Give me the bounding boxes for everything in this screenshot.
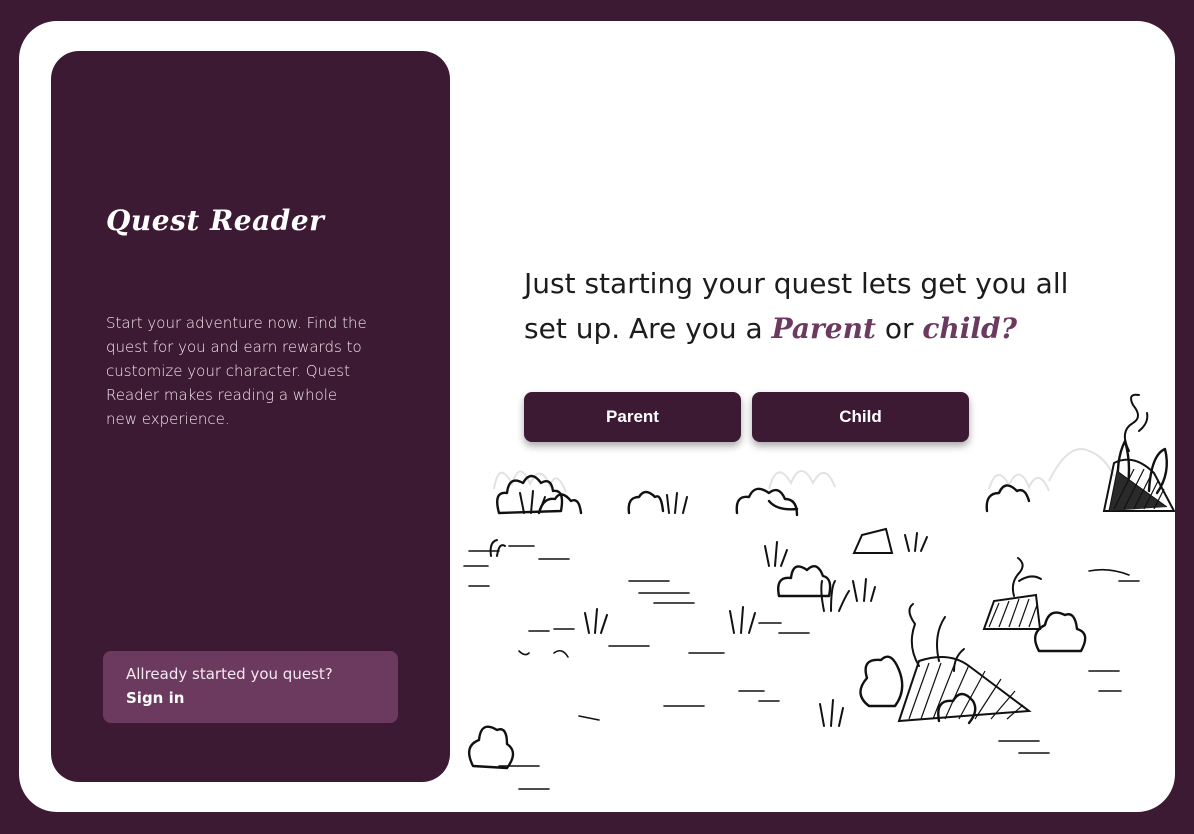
question-child-word: child [922, 312, 1001, 345]
child-button[interactable]: Child [752, 392, 969, 442]
signin-card[interactable]: Allready started you quest? Sign in [103, 651, 398, 723]
question-connector: or [875, 312, 923, 345]
app-frame: Quest Reader Start your adventure now. F… [19, 21, 1175, 812]
signin-prompt: Allready started you quest? [126, 665, 333, 683]
sidebar-panel: Quest Reader Start your adventure now. F… [51, 51, 450, 782]
app-title: Quest Reader [106, 204, 325, 237]
question-parent-word: Parent [771, 312, 876, 345]
ground-strokes [463, 545, 1140, 790]
sketched-bushes [467, 439, 1168, 770]
intro-text: Start your adventure now. Find the quest… [106, 314, 367, 428]
signin-link[interactable]: Sign in [126, 689, 184, 707]
parent-button[interactable]: Parent [524, 392, 741, 442]
question-mark: ? [1000, 312, 1018, 345]
role-question: Just starting your quest lets get you al… [524, 261, 1114, 351]
faded-bushes [493, 448, 1115, 493]
